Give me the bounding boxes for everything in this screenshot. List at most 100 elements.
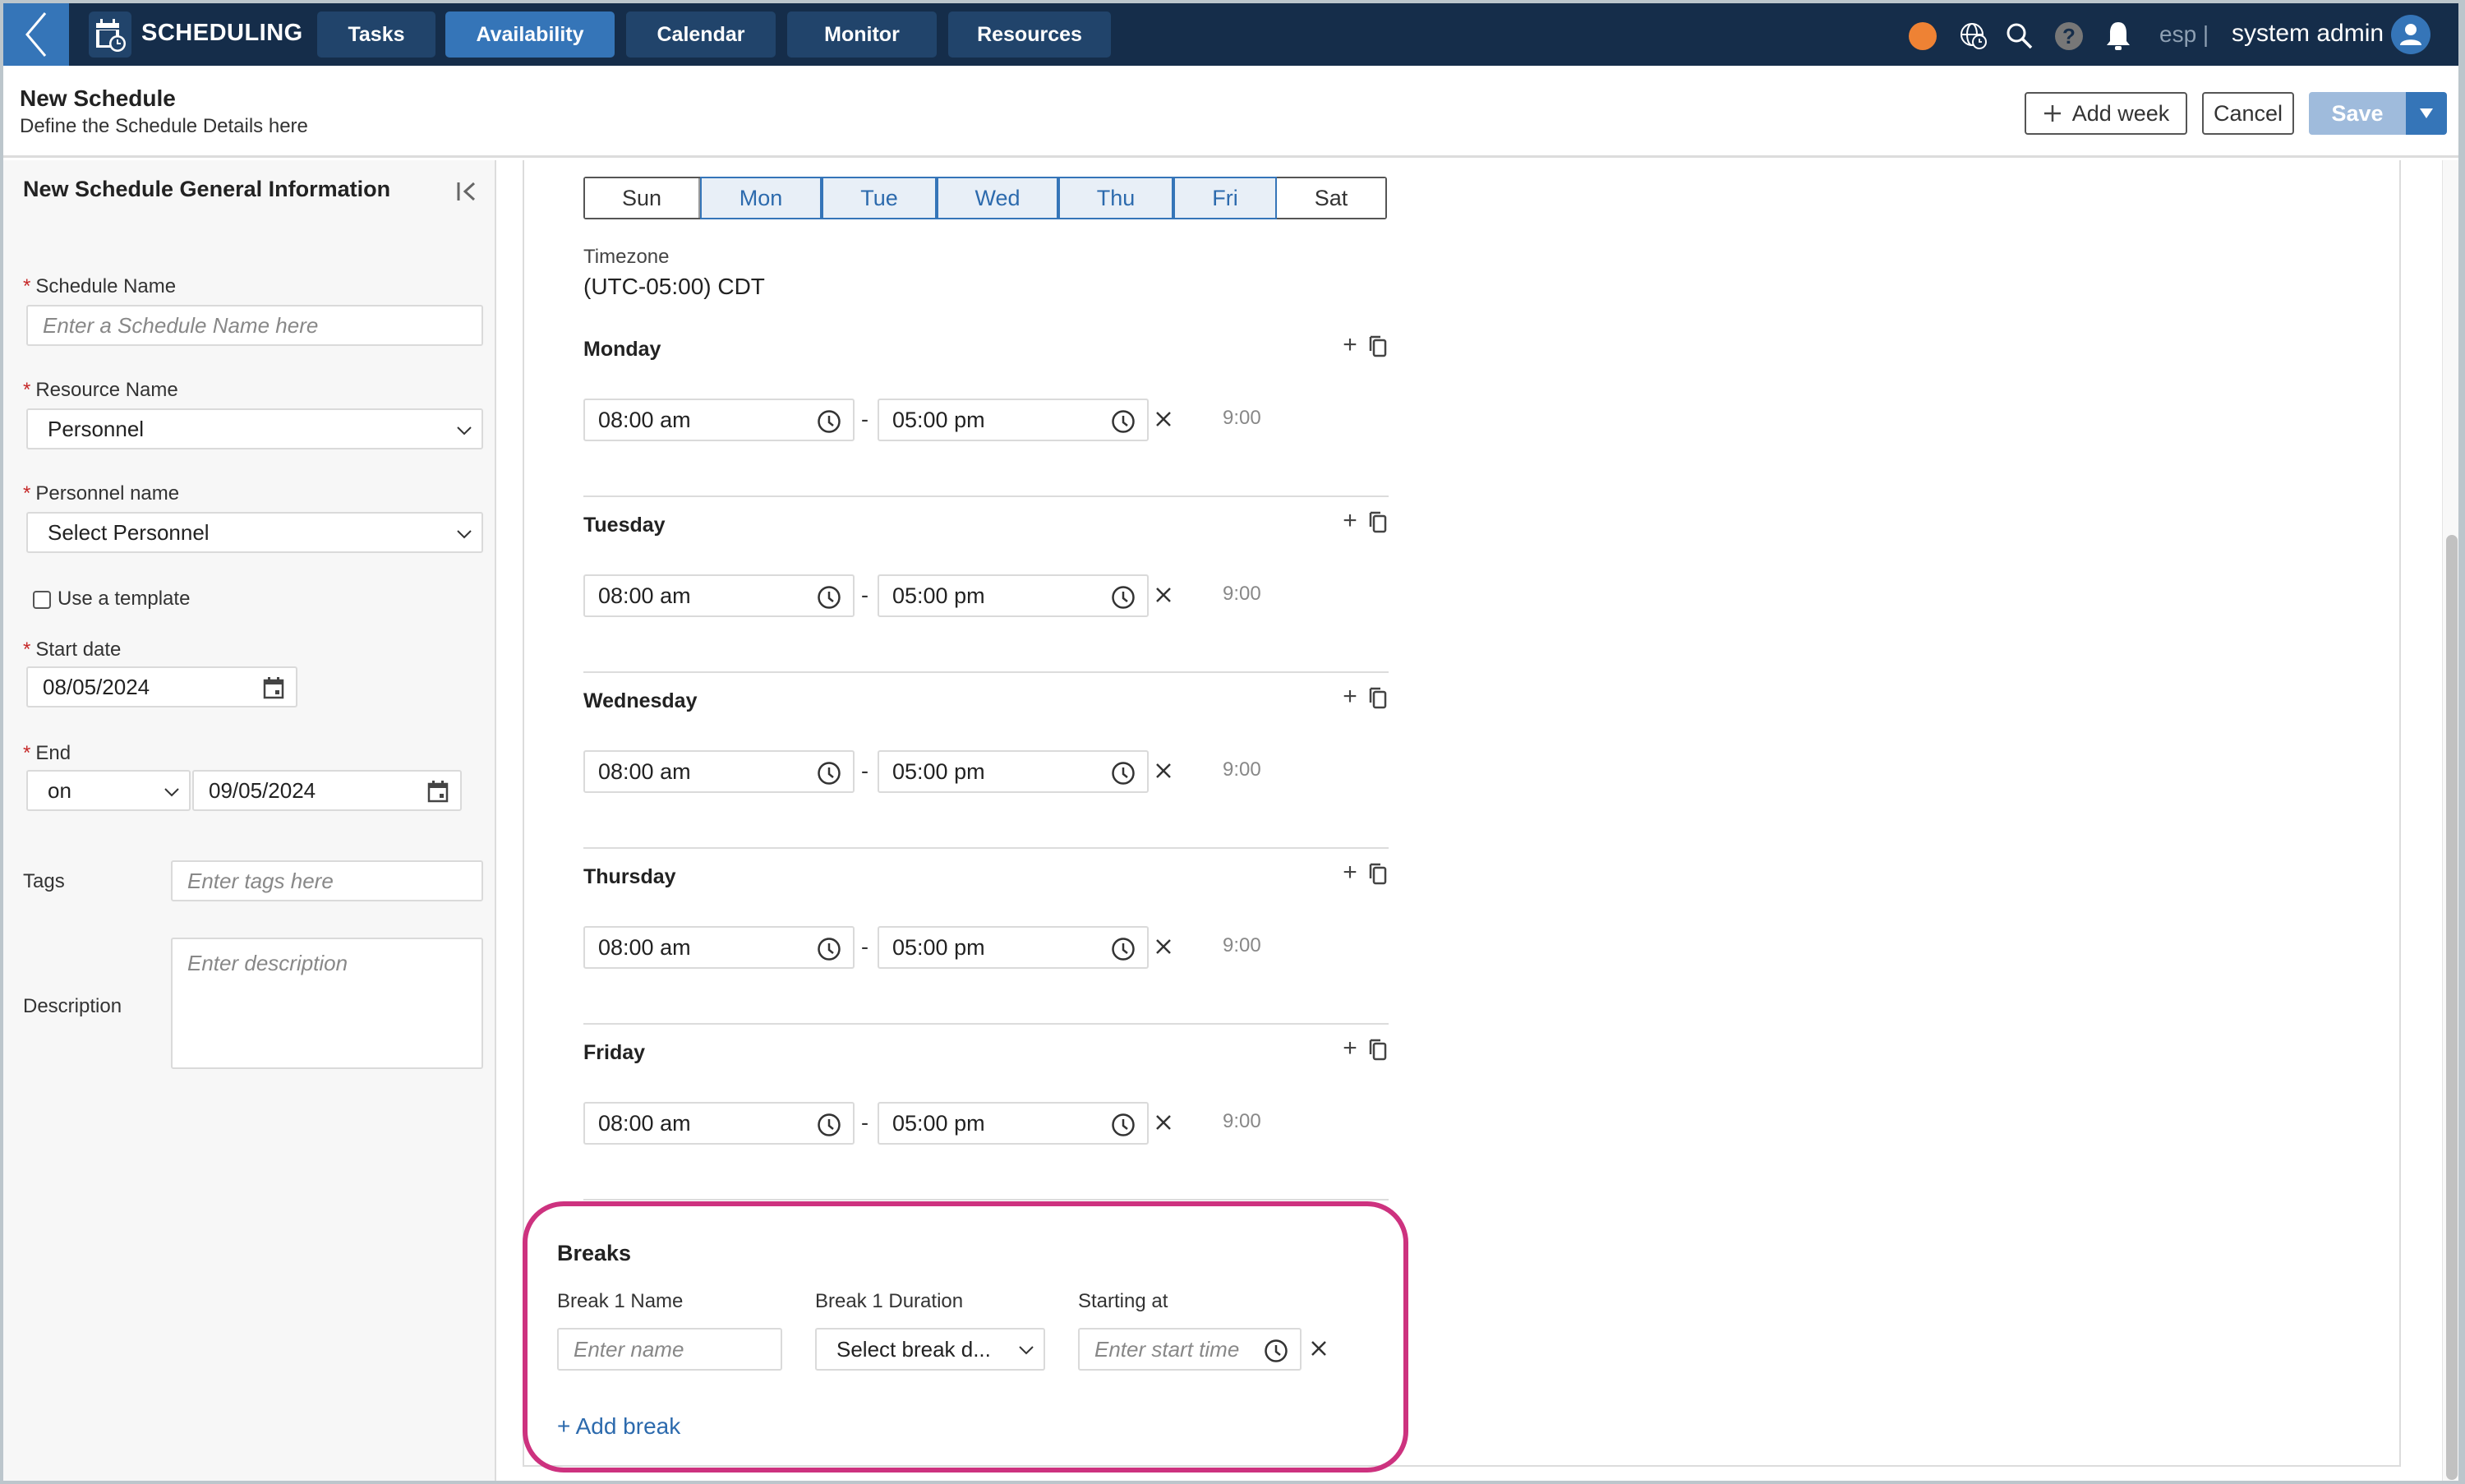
start-time-input[interactable]: 08:00 am <box>583 750 855 793</box>
start-time-value: 08:00 am <box>598 407 691 432</box>
language-switch[interactable]: esp | <box>2159 21 2209 48</box>
clock-icon[interactable] <box>817 1113 841 1137</box>
status-dot-icon <box>1909 22 1937 50</box>
vertical-scrollbar[interactable] <box>2442 160 2458 1481</box>
start-time-input[interactable]: 08:00 am <box>583 399 855 441</box>
notifications-button[interactable] <box>2103 21 2133 51</box>
day-toggle-wed[interactable]: Wed <box>937 177 1058 219</box>
required-marker: * <box>23 482 31 505</box>
add-interval-icon[interactable]: + <box>1339 1036 1361 1061</box>
remove-interval-icon[interactable] <box>1154 934 1173 957</box>
clock-icon[interactable] <box>1111 409 1136 434</box>
add-interval-icon[interactable]: + <box>1339 684 1361 709</box>
copy-icon[interactable] <box>1367 862 1389 885</box>
personnel-name-select[interactable]: Select Personnel <box>26 512 483 553</box>
break-name-input[interactable]: Enter name <box>557 1328 782 1371</box>
copy-icon[interactable] <box>1367 686 1389 709</box>
nav-tab-tasks[interactable]: Tasks <box>317 12 435 58</box>
status-indicator[interactable] <box>1908 21 1937 51</box>
clock-icon[interactable] <box>1111 1113 1136 1137</box>
remove-interval-icon[interactable] <box>1154 583 1173 606</box>
end-time-input[interactable]: 05:00 pm <box>878 574 1149 617</box>
clock-icon[interactable] <box>817 585 841 610</box>
help-icon: ? <box>2055 22 2083 50</box>
break-start-time-input[interactable]: Enter start time <box>1078 1328 1302 1371</box>
app-window: SCHEDULING Tasks Availability Calendar M… <box>3 3 2458 1481</box>
start-date-label: * Start date <box>23 638 121 661</box>
save-options-dropdown[interactable] <box>2406 92 2447 135</box>
cancel-button[interactable]: Cancel <box>2202 92 2294 135</box>
time-separator: - <box>861 1110 869 1135</box>
start-time-input[interactable]: 08:00 am <box>583 574 855 617</box>
break-start-label: Starting at <box>1078 1290 1168 1312</box>
resource-name-select[interactable]: Personnel <box>26 408 483 449</box>
clock-icon[interactable] <box>1111 937 1136 961</box>
end-time-value: 05:00 pm <box>892 758 985 784</box>
clock-icon[interactable] <box>817 761 841 786</box>
search-button[interactable] <box>2005 21 2034 51</box>
help-button[interactable]: ? <box>2054 21 2084 51</box>
chevron-down-icon <box>457 426 472 436</box>
calendar-icon[interactable] <box>263 676 284 699</box>
search-icon <box>2007 23 2033 49</box>
week-panel: Sun Mon Tue Wed Thu Fri Sat Timezone (UT… <box>523 160 2401 1467</box>
save-button[interactable]: Save <box>2309 92 2406 135</box>
back-button[interactable] <box>3 3 69 66</box>
clock-icon[interactable] <box>1111 761 1136 786</box>
tags-input[interactable]: Enter tags here <box>171 860 483 901</box>
use-template-checkbox[interactable] <box>33 591 51 609</box>
user-name[interactable]: system admin <box>2232 20 2384 48</box>
start-time-value: 08:00 am <box>598 583 691 608</box>
copy-icon[interactable] <box>1367 334 1389 357</box>
scrollbar-thumb[interactable] <box>2446 535 2458 1480</box>
break-duration-select[interactable]: Select break d... <box>815 1328 1045 1371</box>
day-toggle-sun[interactable]: Sun <box>585 178 700 218</box>
description-textarea[interactable]: Enter description <box>171 938 483 1069</box>
add-interval-icon[interactable]: + <box>1339 509 1361 533</box>
copy-icon[interactable] <box>1367 510 1389 533</box>
day-toggle-fri[interactable]: Fri <box>1173 177 1277 219</box>
clock-icon[interactable] <box>817 937 841 961</box>
add-interval-icon[interactable]: + <box>1339 860 1361 885</box>
day-schedule-row: Friday +08:00 am -05:00 pm 9:00 <box>583 1025 1389 1201</box>
add-interval-icon[interactable]: + <box>1339 333 1361 357</box>
start-time-input[interactable]: 08:00 am <box>583 1102 855 1145</box>
day-name: Thursday <box>583 865 676 888</box>
nav-tab-availability[interactable]: Availability <box>445 12 615 58</box>
resource-name-value: Personnel <box>48 416 145 441</box>
day-toggle-sat[interactable]: Sat <box>1277 178 1385 218</box>
day-toggle-mon[interactable]: Mon <box>700 177 822 219</box>
timezone-globe-button[interactable] <box>1959 21 1988 51</box>
clock-icon[interactable] <box>1264 1339 1288 1363</box>
end-date-input[interactable]: 09/05/2024 <box>192 770 462 811</box>
day-toggle-tue[interactable]: Tue <box>822 177 937 219</box>
chevron-down-icon <box>1019 1346 1034 1355</box>
remove-interval-icon[interactable] <box>1154 407 1173 430</box>
add-break-link[interactable]: + Add break <box>557 1413 680 1440</box>
nav-tab-monitor[interactable]: Monitor <box>787 12 937 58</box>
calendar-icon[interactable] <box>427 780 449 803</box>
end-mode-select[interactable]: on <box>26 770 191 811</box>
remove-break-icon[interactable] <box>1310 1339 1328 1357</box>
description-label: Description <box>23 995 122 1017</box>
start-date-input[interactable]: 08/05/2024 <box>26 666 297 707</box>
remove-interval-icon[interactable] <box>1154 1110 1173 1133</box>
start-time-input[interactable]: 08:00 am <box>583 926 855 969</box>
copy-icon[interactable] <box>1367 1038 1389 1061</box>
user-avatar[interactable] <box>2391 15 2430 54</box>
end-time-input[interactable]: 05:00 pm <box>878 926 1149 969</box>
schedule-name-input[interactable]: Enter a Schedule Name here <box>26 305 483 346</box>
collapse-sidebar-button[interactable] <box>454 178 480 205</box>
clock-icon[interactable] <box>817 409 841 434</box>
day-toggle-thu[interactable]: Thu <box>1058 177 1173 219</box>
end-time-value: 05:00 pm <box>892 1110 985 1136</box>
clock-icon[interactable] <box>1111 585 1136 610</box>
nav-tab-calendar[interactable]: Calendar <box>626 12 776 58</box>
nav-tab-resources[interactable]: Resources <box>948 12 1111 58</box>
add-week-button[interactable]: Add week <box>2025 92 2187 135</box>
sidebar-title: New Schedule General Information <box>23 177 391 201</box>
remove-interval-icon[interactable] <box>1154 758 1173 781</box>
end-time-input[interactable]: 05:00 pm <box>878 1102 1149 1145</box>
end-time-input[interactable]: 05:00 pm <box>878 750 1149 793</box>
end-time-input[interactable]: 05:00 pm <box>878 399 1149 441</box>
